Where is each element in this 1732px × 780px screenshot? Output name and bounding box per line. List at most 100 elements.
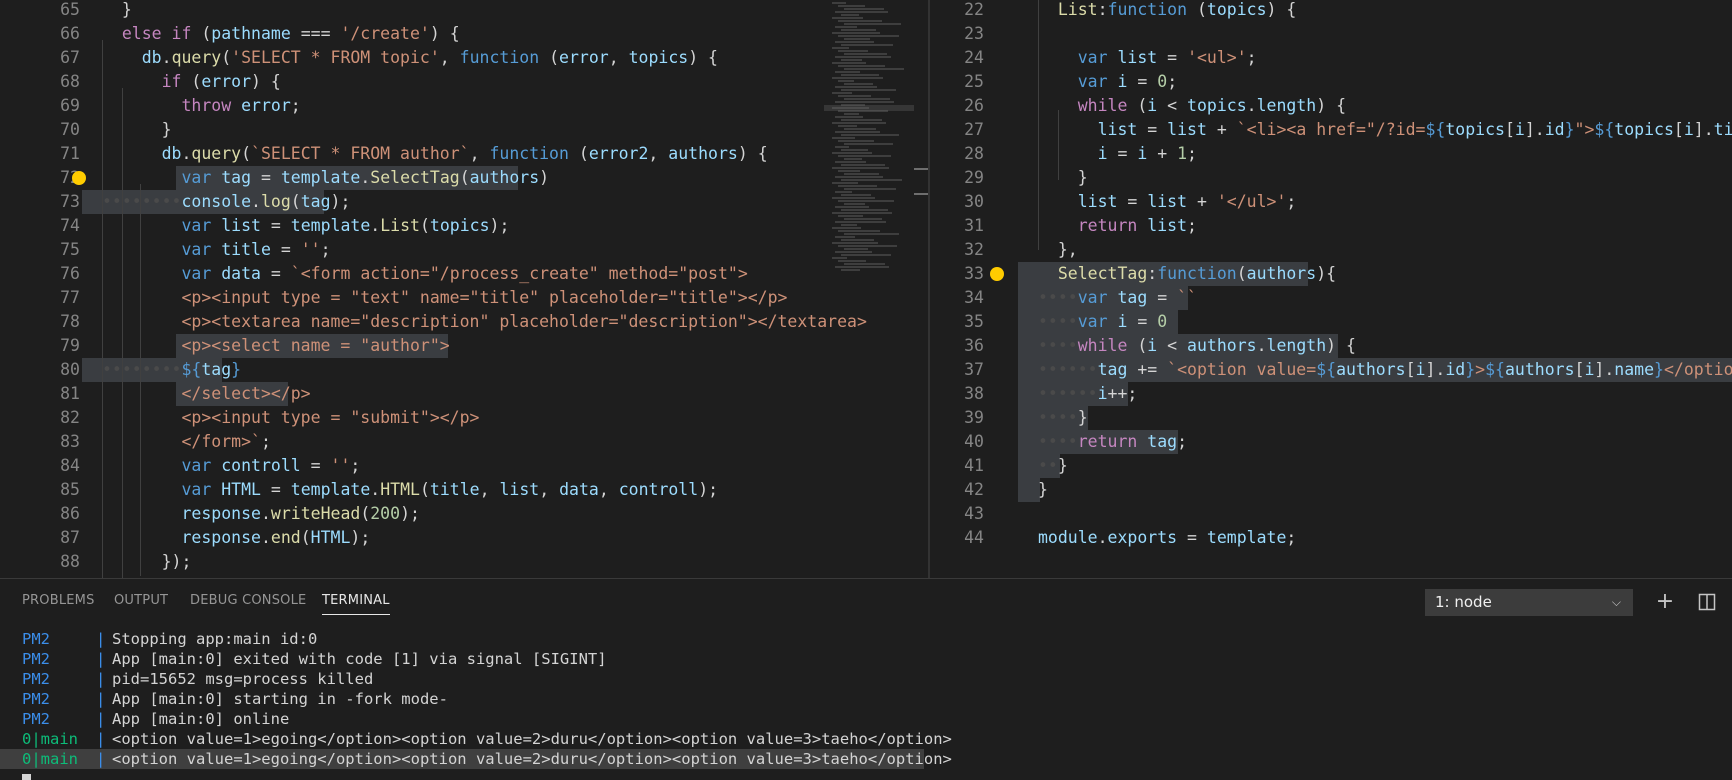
code-line[interactable]: list = list + '</ul>'; [1018, 190, 1732, 214]
code-token: list [1097, 120, 1138, 139]
minimap-line [832, 152, 872, 154]
code-token: } [1077, 408, 1088, 427]
minimap[interactable] [824, 0, 914, 578]
code-line[interactable]: ••••while (i < authors.length) { [1018, 334, 1732, 358]
code-line[interactable]: var title = ''; [82, 238, 824, 262]
minimap-viewport[interactable] [824, 105, 914, 111]
code-line[interactable]: i = i + 1; [1018, 142, 1732, 166]
terminal-line[interactable]: 0|main | <option value=1>egoing</option><o… [0, 749, 952, 769]
code-token: •••• [1038, 432, 1078, 451]
code-line[interactable]: var tag = template.SelectTag(authors) [82, 166, 824, 190]
code-text: ••••while (i < authors.length) { [1038, 336, 1356, 355]
code-line[interactable]: } [1018, 166, 1732, 190]
split-terminal-icon[interactable] [1694, 589, 1720, 615]
minimap-line [841, 164, 885, 166]
code-line[interactable]: }, [1018, 238, 1732, 262]
code-line[interactable]: } [82, 118, 824, 142]
code-line[interactable]: ••} [1018, 454, 1732, 478]
code-line[interactable]: ••••••••console.log(tag); [82, 190, 824, 214]
code-line[interactable]: ••••••tag += `<option value=${authors[i]… [1018, 358, 1732, 382]
code-line[interactable]: <p><input type = "submit"></p> [82, 406, 824, 430]
code-line[interactable]: ••••var i = 0 [1018, 310, 1732, 334]
code-line[interactable]: </form>`; [82, 430, 824, 454]
code-line[interactable]: ••••••••${tag} [82, 358, 824, 382]
terminal-separator: | [96, 690, 106, 708]
code-line[interactable]: return list; [1018, 214, 1732, 238]
code-text: var HTML = template.HTML(title, list, da… [102, 480, 718, 499]
right-code-area[interactable]: List:function (topics) { var list = '<ul… [1018, 0, 1732, 578]
tab-output[interactable]: OUTPUT [114, 593, 168, 608]
code-line[interactable]: ••••var tag = `` [1018, 286, 1732, 310]
code-line[interactable]: if (error) { [82, 70, 824, 94]
code-line[interactable]: list = list + `<li><a href="/?id=${topic… [1018, 118, 1732, 142]
code-line[interactable] [1018, 502, 1732, 526]
code-line[interactable]: ••••return tag; [1018, 430, 1732, 454]
code-line[interactable]: db.query('SELECT * FROM topic', function… [82, 46, 824, 70]
code-token: list [1117, 48, 1158, 67]
code-line[interactable]: var list = '<ul>'; [1018, 46, 1732, 70]
code-line[interactable]: response.end(HTML); [82, 526, 824, 550]
code-line[interactable]: response.writeHead(200); [82, 502, 824, 526]
code-token: [ [1504, 120, 1515, 139]
code-text: return list; [1038, 216, 1197, 235]
plus-icon[interactable]: + [1652, 589, 1678, 615]
left-code-area[interactable]: } else if (pathname === '/create') { db.… [82, 0, 867, 578]
code-line[interactable]: </select></p> [82, 382, 824, 406]
terminal-cursor [22, 774, 31, 780]
code-line[interactable] [1018, 22, 1732, 46]
terminal-select[interactable]: 1: node ⌵ [1425, 589, 1633, 616]
code-line[interactable]: <p><textarea name="description" placehol… [82, 310, 866, 334]
lightbulb-icon[interactable] [72, 171, 86, 185]
tab-terminal[interactable]: TERMINAL [322, 593, 390, 615]
code-line[interactable]: var list = template.List(topics); [82, 214, 824, 238]
terminal-line[interactable]: PM2 | App [main:0] starting in -fork mode- [0, 689, 1700, 709]
minimap-line [832, 212, 892, 214]
indent-guide [1038, 0, 1039, 250]
code-line[interactable]: }); [82, 550, 824, 574]
code-line[interactable]: List:function (topics) { [1018, 0, 1732, 22]
code-line[interactable]: throw error; [82, 94, 824, 118]
code-line[interactable]: } [1018, 478, 1732, 502]
code-token: }); [102, 552, 192, 571]
code-line[interactable]: <p><input type = "text" name="title" pla… [82, 286, 824, 310]
code-line[interactable]: var data = `<form action="/process_creat… [82, 262, 824, 286]
terminal-line[interactable]: PM2 | App [main:0] online [0, 709, 1700, 729]
minimap-line [844, 83, 873, 85]
right-editor-pane[interactable]: 22 23 24 25 26 27 28 29 30 31 32 33 34 35 36 37 38 39 40 41… [930, 0, 1732, 578]
line-number: 28 [964, 144, 984, 163]
code-line[interactable]: module.exports = template; [1018, 526, 1732, 550]
code-line[interactable]: ••••} [1018, 406, 1732, 430]
code-token: < [1157, 336, 1188, 355]
code-line[interactable]: var HTML = template.HTML(title, list, da… [82, 478, 824, 502]
tab-debug-console[interactable]: DEBUG CONSOLE [190, 593, 306, 608]
lightbulb-icon[interactable] [990, 267, 1004, 281]
code-token: ${ [1425, 120, 1446, 139]
code-line[interactable]: db.query(`SELECT * FROM author`, functio… [82, 142, 824, 166]
minimap-line [838, 185, 877, 187]
code-token: '' [300, 240, 321, 259]
minimap-line [841, 59, 862, 61]
tab-problems[interactable]: PROBLEMS [22, 593, 95, 608]
code-line[interactable]: SelectTag:function(authors){ [1018, 262, 1732, 286]
terminal-line[interactable]: PM2 | pid=15652 msg=process killed [0, 669, 1700, 689]
code-line[interactable]: <p><select name = "author"> [82, 334, 824, 358]
terminal-line[interactable]: 0|main | <option value=1>egoing</option><o… [0, 729, 1700, 749]
code-line[interactable]: var i = 0; [1018, 70, 1732, 94]
left-editor-pane[interactable]: 65 66 67 68 69 70 71 72 73 74 75 76 77 78 79 80 81 82 83 84… [0, 0, 928, 578]
code-line[interactable]: while (i < topics.length) { [1018, 94, 1732, 118]
code-line[interactable]: } [82, 0, 824, 22]
terminal-line[interactable]: PM2 | Stopping app:main id:0 [0, 629, 1700, 649]
code-token: = [270, 240, 301, 259]
terminal-message: Stopping app:main id:0 [112, 630, 318, 648]
terminal-prefix: 0|main [22, 730, 78, 748]
code-token: •••••••• [102, 360, 182, 379]
code-line[interactable]: ••••••i++; [1018, 382, 1732, 406]
terminal-line[interactable]: PM2 | App [main:0] exited with code [1] vi… [0, 649, 1700, 669]
code-line[interactable]: var controll = ''; [82, 454, 824, 478]
code-line[interactable]: else if (pathname === '/create') { [82, 22, 824, 46]
